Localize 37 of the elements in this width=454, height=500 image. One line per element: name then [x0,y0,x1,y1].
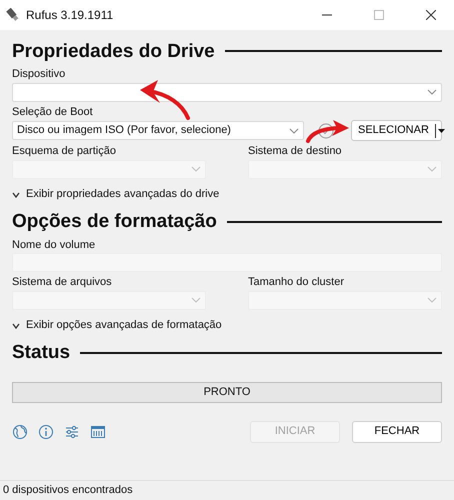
dropdown[interactable] [12,82,442,102]
window-title: Rufus 3.19.1911 [26,7,114,24]
chevron-icon [289,128,299,134]
info-icon[interactable] [38,424,54,440]
section-heading: Propriedades do Drive [12,42,215,60]
chevron-icon [191,297,201,303]
field-label: Seleção de Boot [12,104,93,118]
annotation-arrow [306,120,349,143]
globe-icon[interactable] [12,424,28,440]
log-icon[interactable] [90,424,106,440]
field-label: Sistema de destino [248,144,342,158]
section-heading: Opções de formatação [12,212,217,231]
chevron-icon[interactable] [12,322,20,330]
close-button[interactable]: FECHAR [352,420,442,442]
field-label: Nome do volume [12,238,96,252]
chevron-icon [427,89,437,95]
field-label: Tamanho do cluster [248,275,344,289]
progress-text: PRONTO [204,384,250,400]
section-heading: Status [12,343,70,362]
close-icon[interactable] [426,10,436,20]
usb-drive-icon [6,8,20,22]
select-button[interactable]: SELECIONAR [351,120,442,141]
chevron-icon[interactable] [12,190,20,198]
status-text: 0 dispositivos encontrados [3,483,133,498]
boot-selection-dropdown[interactable]: Disco ou imagem ISO (Por favor, selecione) [12,121,304,140]
field-label: Esquema de partição [12,144,116,158]
annotation-arrow [140,80,190,120]
chevron-icon [427,166,437,172]
field-label: Sistema de arquivos [12,275,112,289]
dropdown-icon [434,124,445,138]
chevron-icon [427,297,437,303]
toggle-link[interactable]: Exibir propriedades avançadas do drive [26,186,220,203]
settings-icon[interactable] [64,424,80,440]
toggle-link[interactable]: Exibir opções avançadas de formatação [26,317,222,334]
field-label: Dispositivo [12,67,66,81]
chevron-icon [191,166,201,172]
check-icon [318,122,334,138]
